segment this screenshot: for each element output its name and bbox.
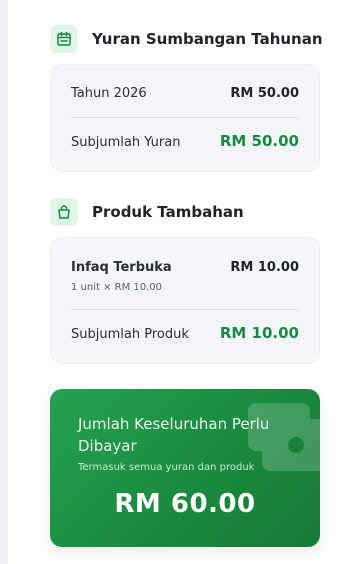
- shopping-bag-icon: [50, 198, 78, 226]
- fees-subtotal-label: Subjumlah Yuran: [71, 135, 181, 150]
- fee-row-amount: RM 50.00: [230, 86, 299, 101]
- calendar-icon: [50, 25, 78, 53]
- products-subtotal-row: Subjumlah Produk RM 10.00: [71, 324, 299, 342]
- grand-total-amount: RM 60.00: [114, 489, 256, 519]
- fees-subtotal-row: Subjumlah Yuran RM 50.00: [71, 132, 299, 150]
- products-subtotal-label: Subjumlah Produk: [71, 327, 189, 342]
- product-item-row: Infaq Terbuka RM 10.00: [71, 260, 299, 275]
- page-left-edge: [0, 0, 8, 564]
- product-item-detail: 1 unit × RM 10.00: [71, 282, 163, 293]
- fee-row: Tahun 2026 RM 50.00: [71, 86, 299, 101]
- products-card: Infaq Terbuka RM 10.00 1 unit × RM 10.00…: [50, 237, 320, 364]
- products-section-title: Produk Tambahan: [92, 203, 244, 221]
- fees-divider: [71, 117, 299, 118]
- product-item-amount: RM 10.00: [230, 260, 299, 275]
- grand-total-card: Jumlah Keseluruhan Perlu Dibayar Termasu…: [50, 389, 320, 547]
- products-subtotal-amount: RM 10.00: [219, 324, 299, 342]
- fees-subtotal-amount: RM 50.00: [219, 132, 299, 150]
- fees-section-header: Yuran Sumbangan Tahunan: [50, 25, 323, 53]
- fees-section-title: Yuran Sumbangan Tahunan: [92, 30, 323, 48]
- products-divider: [71, 309, 299, 310]
- product-item-name: Infaq Terbuka: [71, 260, 172, 275]
- fee-row-label: Tahun 2026: [71, 86, 147, 101]
- fees-card: Tahun 2026 RM 50.00 Subjumlah Yuran RM 5…: [50, 64, 320, 172]
- grand-total-note: Termasuk semua yuran dan produk: [78, 462, 255, 473]
- products-section-header: Produk Tambahan: [50, 198, 244, 226]
- grand-total-title: Jumlah Keseluruhan Perlu Dibayar: [78, 415, 270, 455]
